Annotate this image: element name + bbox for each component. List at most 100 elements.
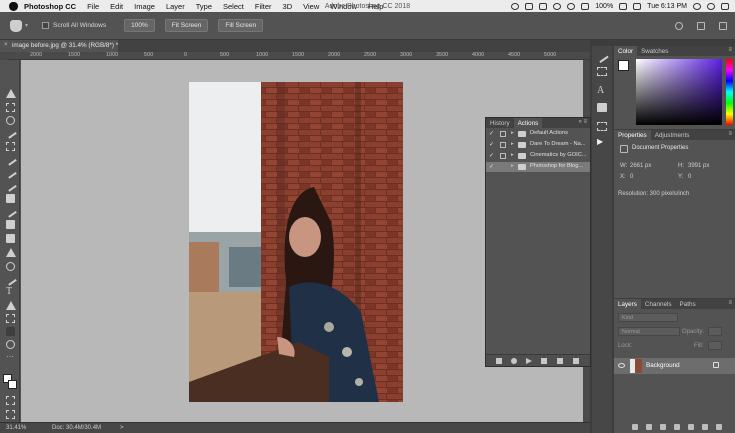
tab-properties[interactable]: Properties: [614, 130, 651, 140]
panel-menu-icon[interactable]: ≡: [728, 131, 732, 137]
color-picker-field[interactable]: [636, 59, 722, 125]
dropbox-icon[interactable]: [525, 2, 534, 10]
menu-window[interactable]: Window: [330, 2, 357, 11]
lock-icon[interactable]: [713, 362, 719, 368]
delete-icon[interactable]: [573, 358, 579, 364]
fill-field[interactable]: [708, 341, 722, 350]
spotlight-icon[interactable]: [693, 2, 701, 10]
width-value[interactable]: 2661 px: [630, 163, 651, 169]
panel-menu-icon[interactable]: ≡: [728, 47, 732, 53]
record-icon[interactable]: [511, 358, 517, 364]
wifi-icon[interactable]: [567, 2, 576, 10]
adjustments-panel-icon[interactable]: [597, 67, 607, 76]
menu-file[interactable]: File: [87, 2, 99, 11]
clock[interactable]: Tue 6:13 PM: [647, 3, 687, 10]
new-layer-icon[interactable]: [702, 424, 708, 430]
check-icon[interactable]: ✓: [489, 141, 494, 148]
delete-layer-icon[interactable]: [716, 424, 722, 430]
layer-style-icon[interactable]: [646, 424, 652, 430]
adjustment-layer-icon[interactable]: [674, 424, 680, 430]
new-action-icon[interactable]: [557, 358, 563, 364]
path-selection-tool-icon[interactable]: [6, 301, 16, 310]
play-icon[interactable]: ▶: [597, 137, 607, 146]
zoom-100-button[interactable]: 100%: [124, 19, 155, 32]
action-set-row[interactable]: ✓ ▸ Dare To Dream - Na...: [486, 140, 590, 150]
layer-filter-select[interactable]: Kind: [618, 313, 678, 322]
more-tools-icon[interactable]: ···: [6, 353, 15, 362]
healing-brush-tool-icon[interactable]: [4, 166, 17, 179]
rectangle-tool-icon[interactable]: [6, 314, 15, 323]
history-brush-tool-icon[interactable]: [4, 205, 17, 218]
new-group-icon[interactable]: [688, 424, 694, 430]
play-icon[interactable]: [526, 358, 532, 364]
paragraph-panel-icon[interactable]: [597, 103, 607, 112]
action-set-row[interactable]: ✓ ▸ Cinematics by GOIC...: [486, 151, 590, 161]
horizontal-ruler[interactable]: 2000 1500 1000 500 0 500 1000 1500 2000 …: [8, 52, 590, 60]
gradient-tool-icon[interactable]: [6, 234, 15, 243]
scroll-all-windows-checkbox[interactable]: [42, 22, 50, 29]
tab-adjustments[interactable]: Adjustments: [651, 130, 694, 140]
tab-paths[interactable]: Paths: [676, 299, 700, 309]
status-bar-icon[interactable]: [511, 2, 520, 10]
brush-tool-icon[interactable]: [4, 179, 17, 192]
marquee-tool-icon[interactable]: [6, 103, 15, 112]
type-tool-icon[interactable]: T: [6, 287, 15, 297]
layer-row[interactable]: Background: [614, 358, 735, 374]
stop-icon[interactable]: [496, 358, 502, 364]
chevron-right-icon[interactable]: ▸: [511, 141, 514, 147]
blur-tool-icon[interactable]: [6, 248, 16, 257]
dialog-toggle-icon[interactable]: [500, 153, 506, 159]
status-menu-arrow[interactable]: >: [120, 425, 124, 431]
tab-color[interactable]: Color: [614, 46, 638, 56]
tab-layers[interactable]: Layers: [614, 299, 641, 309]
link-layers-icon[interactable]: [632, 424, 638, 430]
apple-icon[interactable]: [9, 1, 18, 11]
layer-name[interactable]: Background: [646, 362, 680, 369]
dialog-toggle-icon[interactable]: [500, 142, 506, 148]
hand-tool-icon[interactable]: [10, 19, 22, 32]
pen-tool-icon[interactable]: [4, 273, 17, 286]
tab-actions[interactable]: Actions: [513, 118, 543, 128]
flag-icon[interactable]: [633, 2, 642, 10]
libraries-panel-icon[interactable]: [597, 122, 607, 131]
workspace-icon[interactable]: [697, 21, 705, 30]
menu-3d[interactable]: 3D: [283, 2, 293, 11]
history-panel-icon[interactable]: [595, 49, 609, 64]
dodge-tool-icon[interactable]: [6, 262, 15, 271]
new-set-icon[interactable]: [541, 358, 547, 364]
search-icon[interactable]: [675, 21, 683, 30]
height-value[interactable]: 3991 px: [688, 163, 709, 169]
screen-mode-icon[interactable]: [6, 410, 15, 419]
add-mask-icon[interactable]: [660, 424, 666, 430]
chevron-right-icon[interactable]: ▸: [511, 163, 514, 169]
menu-help[interactable]: Help: [368, 2, 383, 11]
action-set-row-selected[interactable]: ✓ ▸ Photoshop for Blog...: [486, 162, 590, 172]
tab-swatches[interactable]: Swatches: [637, 46, 672, 56]
menu-app[interactable]: Photoshop CC: [24, 2, 76, 11]
crop-tool-icon[interactable]: [6, 142, 15, 151]
hand-tool-icon[interactable]: [6, 327, 15, 336]
eyedropper-tool-icon[interactable]: [4, 153, 17, 166]
panel-menu-icon[interactable]: ≡: [728, 300, 732, 306]
character-panel-icon[interactable]: A: [597, 86, 607, 96]
tab-channels[interactable]: Channels: [641, 299, 676, 309]
panel-menu-icon[interactable]: » ≡: [578, 119, 587, 125]
x-value[interactable]: 0: [630, 174, 633, 180]
foreground-color-chip[interactable]: [618, 60, 629, 71]
menu-layer[interactable]: Layer: [166, 2, 185, 11]
user-icon[interactable]: [707, 2, 715, 10]
move-tool-icon[interactable]: [6, 89, 16, 98]
background-color-swatch[interactable]: [8, 380, 17, 389]
clone-stamp-tool-icon[interactable]: [6, 194, 15, 203]
menu-image[interactable]: Image: [134, 2, 155, 11]
chevron-right-icon[interactable]: ▸: [511, 130, 514, 136]
fill-screen-button[interactable]: Fill Screen: [218, 19, 264, 32]
menu-view[interactable]: View: [303, 2, 319, 11]
document-photo[interactable]: [189, 82, 403, 402]
check-icon[interactable]: ✓: [489, 152, 494, 159]
chevron-right-icon[interactable]: ▸: [511, 152, 514, 158]
dialog-toggle-icon[interactable]: [500, 131, 506, 137]
eraser-tool-icon[interactable]: [6, 220, 15, 229]
menu-type[interactable]: Type: [196, 2, 212, 11]
zoom-tool-icon[interactable]: [6, 340, 15, 349]
